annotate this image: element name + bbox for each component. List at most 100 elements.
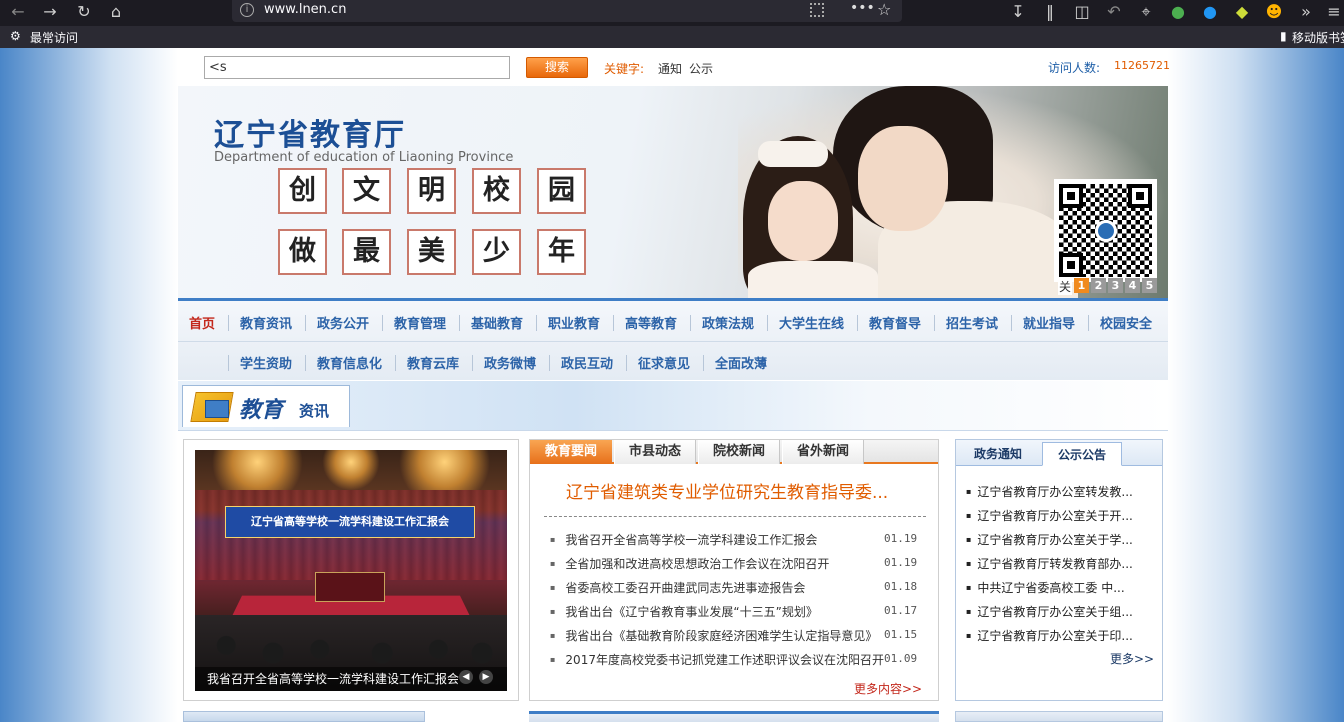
nav-item-opinions[interactable]: 征求意见 — [638, 353, 690, 372]
slider-close-button[interactable]: 关 — [1058, 278, 1073, 295]
nav-separator — [536, 315, 537, 331]
slogan-char: 创 — [278, 168, 327, 214]
news-section-icon-overlay — [205, 400, 229, 418]
nav-item-policy[interactable]: 政策法规 — [702, 313, 754, 332]
notice-item[interactable]: 辽宁省教育厅办公室关于学... — [966, 531, 1132, 548]
nav-item-edu-it[interactable]: 教育信息化 — [317, 353, 382, 372]
news-item[interactable]: 我省出台《辽宁省教育事业发展“十三五”规划》 — [550, 603, 817, 620]
nav-item-school-reform[interactable]: 全面改薄 — [715, 353, 767, 372]
next-panel-right — [955, 711, 1163, 722]
next-arrow-icon[interactable]: ▶ — [479, 670, 493, 684]
qr-logo — [1095, 220, 1117, 242]
undo-icon[interactable]: ↶ — [1102, 0, 1126, 26]
tab-outside-news[interactable]: 省外新闻 — [782, 440, 864, 464]
nav-item-interaction[interactable]: 政民互动 — [561, 353, 613, 372]
nav-item-students-online[interactable]: 大学生在线 — [779, 313, 844, 332]
extension-green-icon[interactable]: ● — [1166, 0, 1190, 26]
slogan-char: 明 — [407, 168, 456, 214]
notice-item[interactable]: 中共辽宁省委高校工委 中... — [966, 579, 1124, 596]
news-item[interactable]: 我省出台《基础教育阶段家庭经济困难学生认定指导意见》 — [550, 627, 877, 644]
nav-item-home[interactable]: 首页 — [189, 313, 215, 332]
slide-dot-1[interactable]: 1 — [1074, 278, 1089, 293]
slide-dot-2[interactable]: 2 — [1091, 278, 1106, 293]
page-actions-icon[interactable]: ••• — [850, 0, 875, 16]
url-text[interactable]: www.lnen.cn — [264, 2, 346, 17]
photo-banner-text: 辽宁省高等学校一流学科建设工作汇报会 — [225, 506, 475, 538]
keyword-link-notice[interactable]: 通知 — [658, 60, 682, 77]
slide-dot-5[interactable]: 5 — [1142, 278, 1157, 293]
news-date: 01.15 — [884, 628, 918, 641]
tab-gov-notices[interactable]: 政务通知 — [958, 442, 1038, 466]
nav-item-higher-edu[interactable]: 高等教育 — [625, 313, 677, 332]
overflow-chevron-icon[interactable]: » — [1294, 0, 1318, 26]
site-subtitle: Department of education of Liaoning Prov… — [214, 150, 514, 165]
photo-slider: 辽宁省高等学校一流学科建设工作汇报会 我省召开全省高等学校一流学科建设工作汇报会… — [183, 439, 519, 701]
news-item[interactable]: 全省加强和改进高校思想政治工作会议在沈阳召开 — [550, 555, 829, 572]
library-icon[interactable]: ‖ — [1038, 0, 1062, 26]
menu-icon[interactable]: ≡ — [1322, 0, 1344, 26]
home-icon[interactable]: ⌂ — [104, 0, 128, 26]
headline-link[interactable]: 辽宁省建筑类专业学位研究生教育指导委... — [566, 478, 888, 503]
slogan-grid: 创 文 明 校 园 做 最 美 少 年 — [278, 168, 598, 276]
banner-photo-woman-face — [858, 126, 948, 231]
section-header: 教育 资讯 — [178, 381, 1168, 431]
download-icon[interactable]: ↧ — [1006, 0, 1030, 26]
keyword-link-public[interactable]: 公示 — [689, 60, 713, 77]
prev-arrow-icon[interactable]: ◀ — [459, 670, 473, 684]
notice-item[interactable]: 辽宁省教育厅办公室关于组... — [966, 603, 1132, 620]
notice-item[interactable]: 辽宁省教育厅办公室转发教... — [966, 483, 1132, 500]
nav-item-news[interactable]: 教育资讯 — [240, 313, 292, 332]
nav-item-basic-edu[interactable]: 基础教育 — [471, 313, 523, 332]
tab-city-county[interactable]: 市县动态 — [614, 440, 696, 464]
url-bar[interactable]: i www.lnen.cn ••• ☆ — [232, 0, 902, 22]
news-item[interactable]: 2017年度高校党委书记抓党建工作述职评议会议在沈阳召开 — [550, 651, 884, 668]
qr-code-icon[interactable] — [810, 3, 824, 17]
news-item[interactable]: 省委高校工委召开曲建武同志先进事迹报告会 — [550, 579, 805, 596]
crop-icon[interactable]: ⌖ — [1134, 0, 1158, 26]
search-button[interactable]: 搜索 — [526, 57, 588, 78]
slide-dot-4[interactable]: 4 — [1125, 278, 1140, 293]
notice-item[interactable]: 辽宁省教育厅办公室关于印... — [966, 627, 1132, 644]
slide-dot-3[interactable]: 3 — [1108, 278, 1123, 293]
back-icon[interactable]: ← — [6, 0, 30, 26]
tab-key-news[interactable]: 教育要闻 — [530, 440, 612, 464]
next-panel-left — [183, 711, 425, 722]
forward-icon[interactable]: → — [38, 0, 62, 26]
notice-item[interactable]: 辽宁省教育厅转发教育部办... — [966, 555, 1132, 572]
nav-item-edu-management[interactable]: 教育管理 — [394, 313, 446, 332]
banner-photo-girl-face — [768, 181, 838, 261]
notice-more-link[interactable]: 更多>> — [1110, 650, 1154, 667]
nav-separator — [228, 315, 229, 331]
site-info-icon[interactable]: i — [240, 3, 254, 17]
nav-item-student-aid[interactable]: 学生资助 — [240, 353, 292, 372]
extension-monkey-icon[interactable]: ☻ — [1262, 0, 1286, 26]
nav-item-weibo[interactable]: 政务微博 — [484, 353, 536, 372]
news-photo[interactable]: 辽宁省高等学校一流学科建设工作汇报会 我省召开全省高等学校一流学科建设工作汇报会… — [195, 450, 507, 691]
bookmark-star-icon[interactable]: ☆ — [877, 0, 891, 19]
extension-puzzle-icon[interactable]: ◆ — [1230, 0, 1254, 26]
nav-item-employment[interactable]: 就业指导 — [1023, 313, 1075, 332]
bookmark-most-visited[interactable]: 最常访问 — [30, 29, 78, 46]
news-date: 01.19 — [884, 556, 918, 569]
slogan-char: 文 — [342, 168, 391, 214]
news-item[interactable]: 我省召开全省高等学校一流学科建设工作汇报会 — [550, 531, 817, 548]
news-date: 01.09 — [884, 652, 918, 665]
search-input[interactable] — [204, 56, 510, 79]
nav-item-gov-affairs[interactable]: 政务公开 — [317, 313, 369, 332]
extension-download-icon[interactable]: ● — [1198, 0, 1222, 26]
sidebar-icon[interactable]: ◫ — [1070, 0, 1094, 26]
nav-item-vocational-edu[interactable]: 职业教育 — [548, 313, 600, 332]
section-title: 教育 — [239, 397, 284, 423]
notice-item[interactable]: 辽宁省教育厅办公室关于开... — [966, 507, 1132, 524]
bookmark-mobile[interactable]: 移动版书签 — [1292, 29, 1344, 46]
banner[interactable]: 辽宁省教育厅 Department of education of Liaoni… — [178, 86, 1168, 298]
tab-public-announcements[interactable]: 公示公告 — [1042, 442, 1122, 466]
nav-item-campus-safety[interactable]: 校园安全 — [1100, 313, 1152, 332]
news-more-link[interactable]: 更多内容>> — [854, 680, 922, 697]
nav-item-supervision[interactable]: 教育督导 — [869, 313, 921, 332]
reload-icon[interactable]: ↻ — [72, 0, 96, 26]
nav-item-edu-cloud[interactable]: 教育云库 — [407, 353, 459, 372]
nav-item-admission[interactable]: 招生考试 — [946, 313, 998, 332]
gear-icon: ⚙ — [10, 29, 21, 43]
tab-school-news[interactable]: 院校新闻 — [698, 440, 780, 464]
